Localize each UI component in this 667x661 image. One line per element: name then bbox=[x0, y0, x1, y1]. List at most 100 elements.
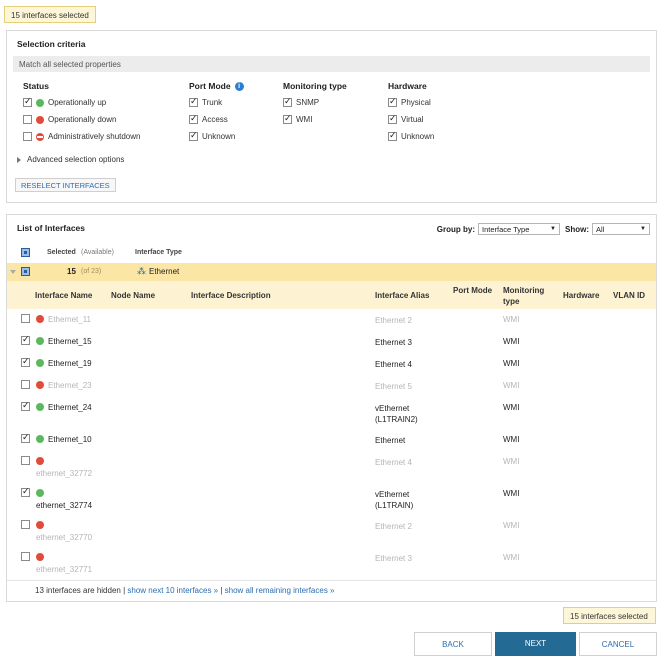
hardware-heading: Hardware bbox=[388, 81, 427, 91]
hardware-option-physical[interactable]: Physical bbox=[388, 94, 434, 111]
group-of-total: (of 23) bbox=[81, 268, 102, 275]
group-name: Ethernet bbox=[149, 267, 180, 276]
checkbox[interactable] bbox=[283, 113, 292, 124]
show-select[interactable]: All ▼ bbox=[592, 223, 650, 235]
interface-alias: Ethernet 3 bbox=[375, 338, 412, 347]
port-mode-option-unknown[interactable]: Unknown bbox=[189, 128, 244, 145]
interface-alias: Ethernet 2 bbox=[375, 522, 412, 531]
table-row[interactable]: Ethernet_19 Ethernet 4 WMI bbox=[7, 355, 656, 377]
hardware-label: Physical bbox=[401, 98, 431, 107]
status-heading: Status bbox=[23, 81, 49, 91]
port-mode-option-trunk[interactable]: Trunk bbox=[189, 94, 244, 111]
selection-criteria-panel: Selection criteria Match all selected pr… bbox=[6, 30, 657, 203]
col-monitoring-type[interactable]: Monitoring type bbox=[503, 285, 555, 307]
hidden-count: 13 interfaces are hidden bbox=[35, 586, 121, 595]
row-checkbox[interactable] bbox=[21, 486, 30, 497]
row-checkbox[interactable] bbox=[21, 380, 30, 389]
interface-alias: Ethernet 2 bbox=[375, 316, 412, 325]
monitoring-option-snmp[interactable]: SNMP bbox=[283, 94, 347, 111]
monitoring-column: Monitoring type SNMP WMI bbox=[283, 78, 347, 128]
row-checkbox[interactable] bbox=[21, 432, 30, 443]
row-checkbox[interactable] bbox=[21, 314, 30, 323]
checkbox[interactable] bbox=[388, 113, 397, 124]
checkbox[interactable] bbox=[189, 130, 198, 141]
checkbox[interactable] bbox=[388, 96, 397, 107]
col-node-name[interactable]: Node Name bbox=[111, 291, 155, 300]
col-vlan-id[interactable]: VLAN ID bbox=[613, 291, 645, 300]
monitoring-type: WMI bbox=[503, 553, 520, 562]
status-option-shutdown[interactable]: Administratively shutdown bbox=[23, 128, 140, 145]
table-row[interactable]: Ethernet_15 Ethernet 3 WMI bbox=[7, 333, 656, 355]
select-all-checkbox[interactable] bbox=[21, 248, 30, 257]
group-by-select[interactable]: Interface Type ▼ bbox=[478, 223, 560, 235]
checkbox[interactable] bbox=[189, 96, 198, 107]
status-up-icon bbox=[36, 489, 44, 497]
interface-alias: Ethernet 5 bbox=[375, 382, 412, 391]
row-checkbox[interactable] bbox=[21, 552, 30, 561]
column-header-row: Interface Name Node Name Interface Descr… bbox=[7, 281, 656, 309]
col-port-mode[interactable]: Port Mode bbox=[453, 285, 493, 296]
interface-name[interactable]: ethernet_32774 bbox=[36, 501, 92, 510]
status-down-icon bbox=[36, 315, 44, 323]
monitoring-type: WMI bbox=[503, 489, 520, 498]
list-title: List of Interfaces bbox=[17, 223, 86, 233]
interface-name[interactable]: Ethernet_19 bbox=[48, 359, 92, 368]
status-label: Operationally down bbox=[48, 115, 117, 124]
col-hardware[interactable]: Hardware bbox=[563, 291, 599, 300]
hardware-option-unknown[interactable]: Unknown bbox=[388, 128, 434, 145]
checkbox[interactable] bbox=[189, 113, 198, 124]
row-checkbox[interactable] bbox=[21, 520, 30, 529]
info-icon[interactable]: i bbox=[234, 81, 244, 91]
status-option-down[interactable]: Operationally down bbox=[23, 111, 140, 128]
group-checkbox[interactable] bbox=[21, 267, 30, 276]
show-all-link[interactable]: show all remaining interfaces » bbox=[225, 586, 335, 595]
row-checkbox[interactable] bbox=[21, 356, 30, 367]
interface-name[interactable]: Ethernet_24 bbox=[48, 403, 92, 412]
interface-name[interactable]: Ethernet_11 bbox=[48, 315, 91, 324]
chevron-down-icon[interactable] bbox=[10, 270, 16, 274]
col-interface-alias[interactable]: Interface Alias bbox=[375, 291, 429, 300]
table-row[interactable]: Ethernet_23 Ethernet 5 WMI bbox=[7, 377, 656, 399]
row-checkbox[interactable] bbox=[21, 456, 30, 465]
checkbox[interactable] bbox=[23, 132, 32, 141]
port-mode-label: Unknown bbox=[202, 132, 236, 141]
status-column: Status Operationally up Operationally do… bbox=[23, 78, 140, 145]
interface-name[interactable]: ethernet_32771 bbox=[36, 565, 92, 574]
monitoring-type: WMI bbox=[503, 435, 520, 444]
advanced-options-toggle[interactable]: Advanced selection options bbox=[17, 155, 124, 164]
table-row[interactable]: ethernet_32771 Ethernet 3 WMI bbox=[7, 549, 656, 581]
checkbox[interactable] bbox=[388, 130, 397, 141]
table-row[interactable]: ethernet_32770 Ethernet 2 WMI bbox=[7, 517, 656, 549]
col-interface-name[interactable]: Interface Name bbox=[35, 291, 92, 300]
status-down-icon bbox=[36, 115, 44, 124]
checkbox[interactable] bbox=[283, 96, 292, 107]
show-next-link[interactable]: show next 10 interfaces » bbox=[127, 586, 218, 595]
interface-name[interactable]: Ethernet_10 bbox=[48, 435, 92, 444]
port-mode-option-access[interactable]: Access bbox=[189, 111, 244, 128]
col-interface-description[interactable]: Interface Description bbox=[191, 291, 271, 300]
selection-criteria-title: Selection criteria bbox=[17, 39, 86, 49]
table-row[interactable]: Ethernet_11 Ethernet 2 WMI bbox=[7, 311, 656, 333]
row-checkbox[interactable] bbox=[21, 400, 30, 411]
table-row[interactable]: Ethernet_24 vEthernet (L1TRAIN2) WMI bbox=[7, 399, 656, 431]
back-button[interactable]: BACK bbox=[414, 632, 492, 656]
interface-name[interactable]: Ethernet_15 bbox=[48, 337, 92, 346]
reselect-interfaces-button[interactable]: RESELECT INTERFACES bbox=[15, 178, 116, 192]
table-row[interactable]: Ethernet_10 Ethernet WMI bbox=[7, 431, 656, 453]
monitoring-option-wmi[interactable]: WMI bbox=[283, 111, 347, 128]
table-row[interactable]: ethernet_32772 Ethernet 4 WMI bbox=[7, 453, 656, 485]
next-button[interactable]: NEXT bbox=[495, 632, 576, 656]
cancel-button[interactable]: CANCEL bbox=[579, 632, 657, 656]
status-option-up[interactable]: Operationally up bbox=[23, 94, 140, 111]
row-checkbox[interactable] bbox=[21, 334, 30, 345]
group-row-ethernet[interactable]: 15 (of 23) ⁂ Ethernet bbox=[7, 263, 656, 281]
interface-name[interactable]: ethernet_32772 bbox=[36, 469, 92, 478]
status-shutdown-icon bbox=[36, 132, 44, 141]
interface-name[interactable]: ethernet_32770 bbox=[36, 533, 92, 542]
table-row[interactable]: ethernet_32774 vEthernet (L1TRAIN) WMI bbox=[7, 485, 656, 517]
checkbox[interactable] bbox=[23, 96, 32, 107]
hardware-option-virtual[interactable]: Virtual bbox=[388, 111, 434, 128]
monitoring-label: WMI bbox=[296, 115, 313, 124]
checkbox[interactable] bbox=[23, 115, 32, 124]
interface-name[interactable]: Ethernet_23 bbox=[48, 381, 92, 390]
